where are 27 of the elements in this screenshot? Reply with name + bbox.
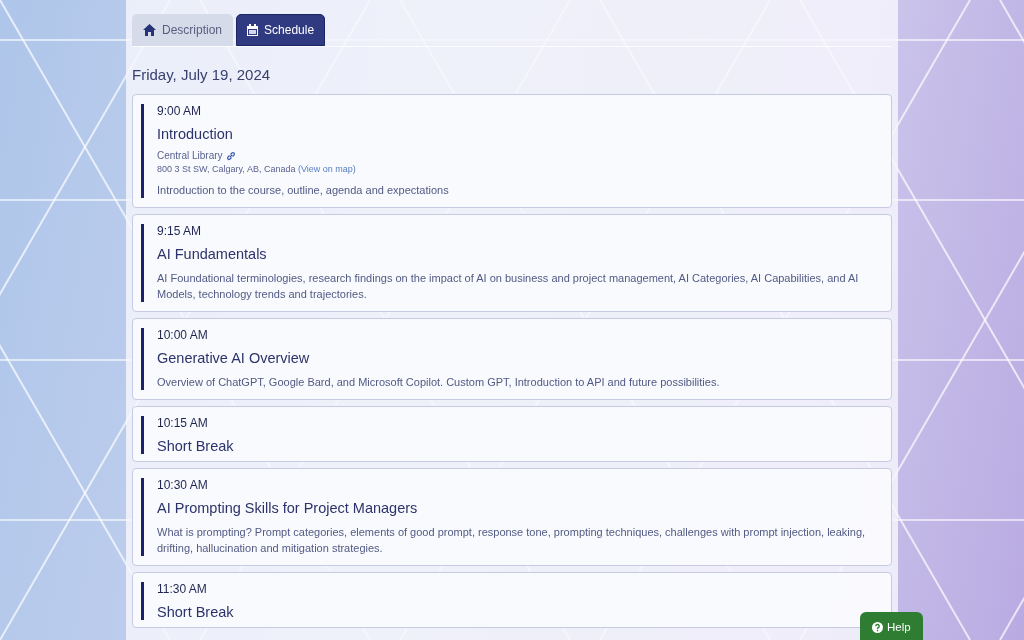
- view-on-map-link[interactable]: (View on map): [297, 164, 356, 174]
- location-name: Central Library: [157, 150, 223, 161]
- help-button[interactable]: Help: [860, 612, 923, 640]
- schedule-date: Friday, July 19, 2024: [132, 66, 272, 83]
- home-icon: [143, 24, 156, 36]
- session-title: AI Prompting Skills for Project Managers: [157, 500, 419, 516]
- session-description: What is prompting? Prompt categories, elements of good prompt, response tone, prompting techniques, challenges with prompt injection, leaking, drifting, hallucination and mitigation strategies.: [157, 525, 867, 556]
- session-title: AI Fundamentals: [157, 246, 268, 262]
- session-description: AI Foundational terminologies, research findings on the impact of AI on business and project management, AI Categories, AI Capabilities, and AI Models, technology trends and trajectories.: [157, 271, 860, 302]
- session-time: 10:15 AM: [157, 416, 209, 430]
- tab[interactable]: Schedule: [236, 14, 326, 46]
- session-time: 9:00 AM: [157, 104, 203, 118]
- session-title: Introduction: [157, 126, 234, 142]
- link-icon[interactable]: [225, 150, 236, 161]
- session-title: Short Break: [157, 438, 235, 454]
- tab[interactable]: Description: [132, 14, 234, 46]
- calendar-icon: [247, 24, 259, 36]
- session-time: 10:30 AM: [157, 478, 209, 492]
- session-title: Generative AI Overview: [157, 350, 311, 366]
- session-time: 9:15 AM: [157, 224, 203, 238]
- location-address: 800 3 St SW, Calgary, AB, Canada: [157, 164, 296, 174]
- session-title: Short Break: [157, 604, 235, 620]
- session-description: Overview of ChatGPT, Google Bard, and Microsoft Copilot. Custom GPT, Introduction to API and future possibilities.: [157, 375, 721, 390]
- session-time: 10:00 AM: [157, 328, 209, 342]
- session-time: 11:30 AM: [157, 582, 208, 596]
- question-icon: [872, 621, 883, 633]
- session-description: Introduction to the course, outline, agenda and expectations: [157, 183, 450, 198]
